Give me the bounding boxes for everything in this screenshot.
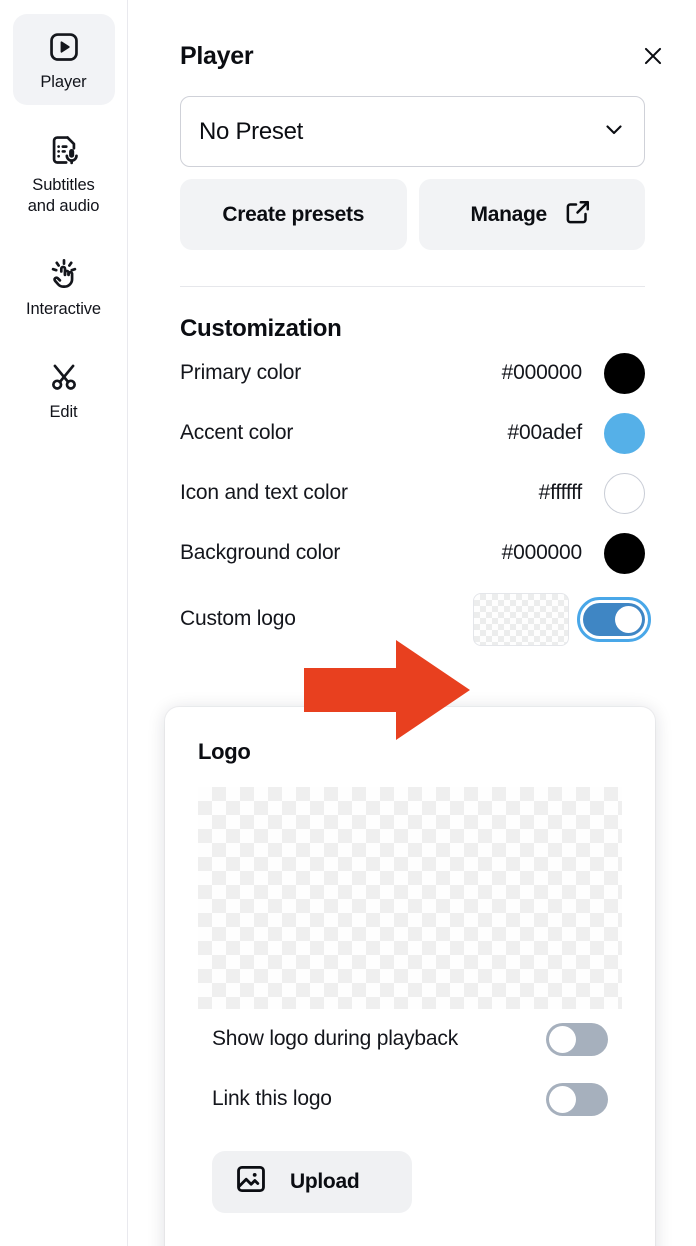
external-link-icon — [563, 197, 593, 233]
subtitles-audio-icon — [17, 133, 111, 167]
color-row-label: Icon and text color — [180, 481, 539, 505]
color-row-label: Primary color — [180, 361, 502, 385]
color-swatch[interactable] — [604, 533, 645, 574]
color-hex-value: #000000 — [502, 361, 582, 385]
upload-label: Upload — [290, 1170, 359, 1194]
sidebar: Player Subtitles and audio — [0, 0, 128, 1246]
panel-content: No Preset Create presets Manage — [129, 96, 696, 651]
color-row-accent: Accent color #00adef — [180, 403, 645, 463]
link-logo-toggle[interactable] — [546, 1083, 608, 1116]
sidebar-item-label: Edit — [49, 403, 77, 421]
player-settings-screen: Player Subtitles and audio — [0, 0, 696, 1246]
preset-selected-value: No Preset — [199, 118, 303, 146]
interactive-cursor-icon — [17, 257, 111, 291]
preset-actions: Create presets Manage — [180, 179, 645, 250]
show-logo-toggle[interactable] — [546, 1023, 608, 1056]
color-hex-value: #000000 — [502, 541, 582, 565]
chevron-down-icon — [602, 117, 626, 146]
custom-logo-row: Custom logo — [180, 587, 645, 651]
link-logo-label: Link this logo — [212, 1087, 546, 1111]
sidebar-item-subtitles-and-audio[interactable]: Subtitles and audio — [13, 117, 115, 229]
image-icon — [234, 1162, 268, 1202]
color-swatch[interactable] — [604, 353, 645, 394]
upload-button[interactable]: Upload — [212, 1151, 412, 1213]
sidebar-item-label: Player — [40, 73, 86, 91]
manage-presets-button[interactable]: Manage — [419, 179, 646, 250]
color-hex-value: #00adef — [507, 421, 582, 445]
color-row-label: Accent color — [180, 421, 507, 445]
close-icon — [640, 43, 666, 72]
toggle-knob — [549, 1086, 576, 1113]
custom-logo-toggle[interactable] — [583, 603, 645, 636]
logo-preview-canvas[interactable] — [198, 787, 622, 1009]
create-presets-button[interactable]: Create presets — [180, 179, 407, 250]
color-row-primary: Primary color #000000 — [180, 343, 645, 403]
panel-header: Player — [129, 0, 696, 96]
color-swatch[interactable] — [604, 413, 645, 454]
logo-popover: Logo Show logo during playback Link this… — [165, 707, 655, 1246]
custom-logo-thumbnail[interactable] — [473, 593, 569, 646]
page-title: Player — [180, 42, 668, 71]
preset-select[interactable]: No Preset — [180, 96, 645, 167]
logo-popover-title: Logo — [198, 739, 622, 765]
show-logo-label: Show logo during playback — [212, 1027, 546, 1051]
sidebar-item-label: Interactive — [26, 300, 101, 318]
close-button[interactable] — [636, 40, 670, 74]
scissors-icon — [17, 360, 111, 394]
show-logo-row: Show logo during playback — [198, 1009, 622, 1069]
sidebar-item-interactive[interactable]: Interactive — [13, 241, 115, 332]
manage-label: Manage — [471, 203, 547, 227]
sidebar-item-player[interactable]: Player — [13, 14, 115, 105]
create-presets-label: Create presets — [222, 203, 364, 227]
color-row-label: Background color — [180, 541, 502, 565]
link-logo-row: Link this logo — [198, 1069, 622, 1129]
custom-logo-label: Custom logo — [180, 607, 473, 631]
player-icon — [17, 30, 111, 64]
sidebar-item-edit[interactable]: Edit — [13, 344, 115, 435]
toggle-knob — [615, 606, 642, 633]
sidebar-item-label: Subtitles and audio — [28, 176, 100, 215]
color-swatch[interactable] — [604, 473, 645, 514]
color-hex-value: #ffffff — [539, 481, 582, 505]
toggle-knob — [549, 1026, 576, 1053]
color-row-background: Background color #000000 — [180, 523, 645, 583]
customization-heading: Customization — [180, 315, 645, 343]
section-divider — [180, 286, 645, 287]
color-row-icon-text: Icon and text color #ffffff — [180, 463, 645, 523]
